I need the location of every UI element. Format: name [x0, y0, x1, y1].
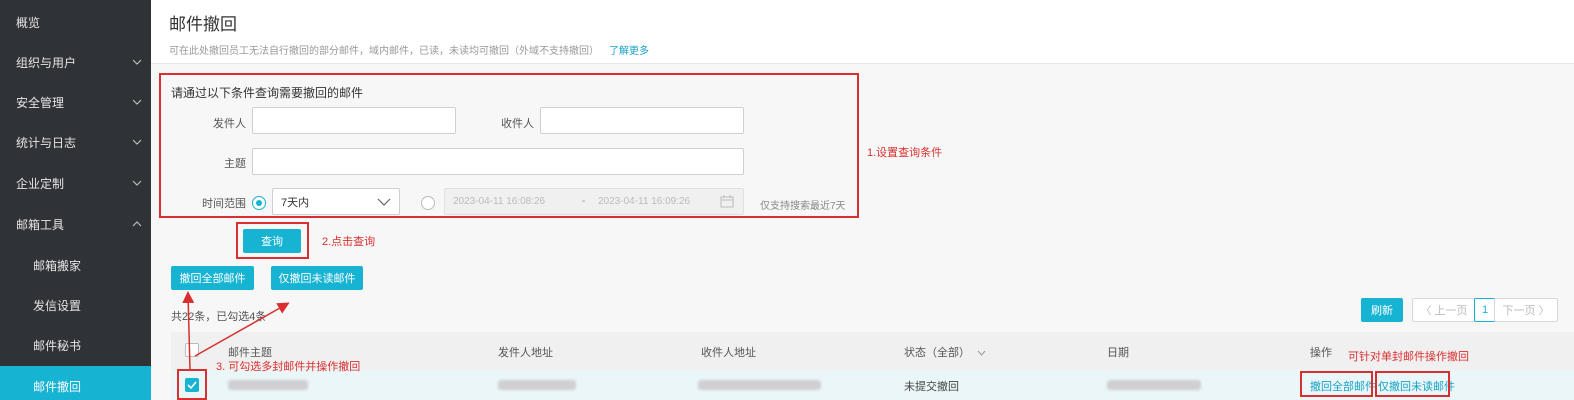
col-status[interactable]: 状态（全部）	[904, 344, 986, 360]
sidebar-item-overview[interactable]: 概览	[0, 2, 151, 42]
sidebar-item-mail-migration[interactable]: 邮箱搬家	[0, 245, 151, 285]
sidebar-item-stats-logs[interactable]: 统计与日志	[0, 122, 151, 162]
page-description: 可在此处撤回员工无法自行撤回的部分邮件，域内邮件，已读，未读均可撤回（外域不支持…	[169, 46, 649, 57]
sidebar-item-security[interactable]: 安全管理	[0, 82, 151, 122]
sidebar-item-mail-secretary[interactable]: 邮件秘书	[0, 325, 151, 365]
chevron-down-icon	[131, 177, 143, 189]
chevron-down-icon	[131, 136, 143, 148]
annotation-box-row-recall-all	[1300, 371, 1373, 397]
row-recipient	[698, 380, 821, 393]
sidebar-item-org-users[interactable]: 组织与用户	[0, 42, 151, 82]
annotation-step1: 1.设置查询条件	[867, 147, 943, 159]
sidebar-item-customize[interactable]: 企业定制	[0, 163, 151, 203]
page-header: 邮件撤回 可在此处撤回员工无法自行撤回的部分邮件，域内邮件，已读，未读均可撤回（…	[151, 0, 1574, 64]
recipient-input[interactable]	[540, 107, 744, 134]
annotation-arrows	[182, 291, 290, 371]
main-panel: 邮件撤回 可在此处撤回员工无法自行撤回的部分邮件，域内邮件，已读，未读均可撤回（…	[151, 0, 1574, 400]
sidebar-item-mail-recall[interactable]: 邮件撤回	[0, 366, 151, 400]
sidebar: 概览 组织与用户 安全管理 统计与日志 企业定制 邮箱工具 邮箱搬家 发信设置 …	[0, 0, 151, 400]
chevron-up-icon	[131, 218, 143, 230]
col-date: 日期	[1107, 347, 1129, 359]
prev-page-button[interactable]: 〈 上一页	[1412, 298, 1476, 322]
refresh-button[interactable]: 刷新	[1361, 298, 1403, 322]
annotation-single: 可针对单封邮件操作撤回	[1348, 351, 1469, 363]
date-end: 2023-04-11 16:09:26	[598, 196, 691, 207]
date-separator: -	[582, 196, 586, 207]
learn-more-link[interactable]: 了解更多	[609, 46, 649, 57]
page-title: 邮件撤回	[169, 15, 237, 34]
next-page-button[interactable]: 下一页 〉	[1494, 298, 1558, 322]
chevron-down-icon	[977, 347, 986, 359]
row-date	[1107, 380, 1201, 393]
row-status: 未提交撤回	[904, 381, 959, 393]
col-action: 操作	[1310, 347, 1332, 359]
page-number[interactable]: 1	[1474, 298, 1496, 322]
content-area: 请通过以下条件查询需要撤回的邮件 发件人 收件人 主题 时间范围 7天内 202…	[151, 64, 1574, 400]
annotation-box-row-recall-unread	[1375, 371, 1450, 397]
chevron-down-icon	[131, 56, 143, 68]
calendar-icon	[720, 195, 734, 211]
sidebar-item-send-settings[interactable]: 发信设置	[0, 285, 151, 325]
sidebar-item-mail-tools[interactable]: 邮箱工具	[0, 204, 151, 244]
time-range-hint: 仅支持搜索最近7天	[760, 201, 846, 212]
col-recipient: 收件人地址	[701, 347, 756, 359]
chevron-down-icon	[131, 96, 143, 108]
